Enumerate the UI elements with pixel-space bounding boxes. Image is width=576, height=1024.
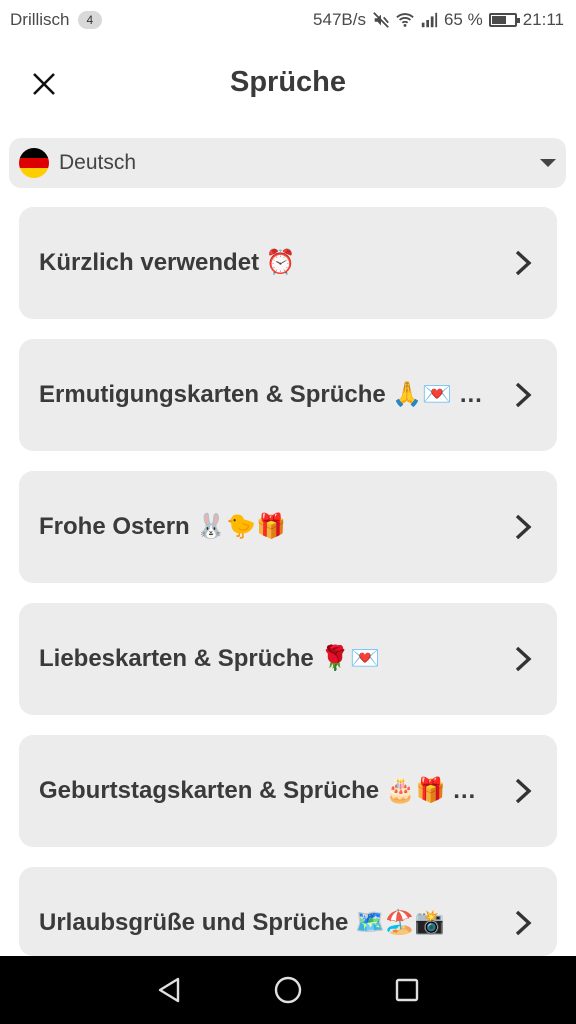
page-title: Sprüche: [229, 66, 347, 98]
category-item-love[interactable]: Liebeskarten & Sprüche 🌹💌: [19, 603, 557, 715]
status-right: 547B/s 65 % 21:11: [313, 10, 576, 30]
carrier-name: Drillisch: [10, 10, 70, 29]
recents-square-icon: [395, 978, 418, 1002]
category-item-birthday[interactable]: Geburtstagskarten & Sprüche 🎂🎁 …: [19, 735, 557, 847]
category-label: Liebeskarten & Sprüche 🌹💌: [39, 645, 381, 672]
mute-icon: [373, 12, 389, 28]
back-button[interactable]: [149, 970, 189, 1010]
clock: 21:11: [522, 10, 564, 29]
battery-fill: [491, 16, 506, 24]
category-label: Ermutigungskarten & Sprüche 🙏💌 …: [39, 381, 483, 408]
chevron-right-icon: [515, 778, 532, 804]
battery-percent: 65 %: [443, 10, 483, 29]
language-dropdown[interactable]: Deutsch: [9, 138, 566, 188]
home-button[interactable]: [268, 970, 308, 1010]
notification-badge: 4: [77, 11, 103, 29]
category-label: Geburtstagskarten & Sprüche 🎂🎁 …: [39, 777, 477, 804]
chevron-right-icon: [515, 910, 532, 936]
dropdown-arrow-icon: [540, 159, 556, 167]
category-label: Frohe Ostern 🐰🐤🎁: [39, 513, 287, 540]
chevron-right-icon: [515, 646, 532, 672]
german-flag-icon: [19, 148, 49, 178]
net-speed: 547B/s: [313, 10, 366, 29]
chevron-right-icon: [515, 514, 532, 540]
flag-band-black: [19, 148, 49, 158]
app-header: Sprüche: [0, 40, 576, 128]
category-label: Kürzlich verwendet ⏰: [39, 249, 296, 276]
wifi-icon: [396, 13, 414, 27]
recents-button[interactable]: [387, 970, 427, 1010]
home-circle-icon: [274, 976, 302, 1004]
chevron-right-icon: [515, 250, 532, 276]
battery-icon: [488, 13, 520, 27]
language-label: Deutsch: [59, 151, 137, 174]
category-item-encouragement[interactable]: Ermutigungskarten & Sprüche 🙏💌 …: [19, 339, 557, 451]
category-item-easter[interactable]: Frohe Ostern 🐰🐤🎁: [19, 471, 557, 583]
signal-icon: [421, 12, 438, 28]
chevron-right-icon: [515, 382, 532, 408]
flag-band-red: [19, 158, 49, 168]
navigation-bar: [0, 956, 576, 1024]
category-item-vacation[interactable]: Urlaubsgrüße und Sprüche 🗺️🏖️📸: [19, 867, 557, 956]
back-triangle-icon: [159, 977, 180, 1003]
flag-band-gold: [19, 168, 49, 178]
status-bar: Drillisch 4 547B/s 65 % 21:11: [0, 0, 576, 40]
category-item-recent[interactable]: Kürzlich verwendet ⏰: [19, 207, 557, 319]
status-left: Drillisch 4: [0, 10, 103, 30]
